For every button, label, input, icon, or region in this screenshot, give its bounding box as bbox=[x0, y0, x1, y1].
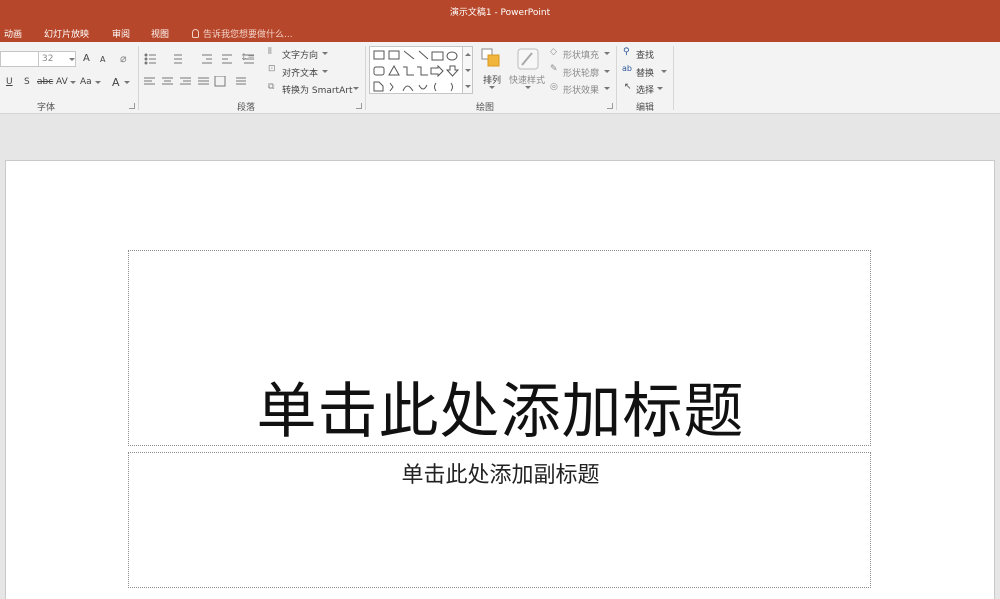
chevron-down-icon bbox=[604, 87, 610, 90]
shadow-button[interactable]: S bbox=[24, 77, 30, 87]
chevron-down-icon bbox=[657, 87, 663, 90]
shape-effects-button[interactable]: 形状效果 bbox=[563, 83, 599, 96]
chevron-down-icon bbox=[489, 86, 495, 89]
text-direction-icon: ⫴ bbox=[268, 47, 272, 57]
title-placeholder-text: 单击此处添加标题 bbox=[256, 377, 745, 447]
underline-button[interactable]: U bbox=[6, 77, 13, 87]
chevron-down-icon bbox=[525, 86, 531, 89]
title-bar: 演示文稿1 - PowerPoint bbox=[0, 0, 1000, 24]
paint-bucket-icon: ◇ bbox=[550, 47, 557, 57]
dialog-launcher-icon[interactable] bbox=[129, 103, 135, 109]
dialog-launcher-icon[interactable] bbox=[607, 103, 613, 109]
group-separator bbox=[673, 46, 674, 110]
replace-icon: ab bbox=[622, 64, 632, 73]
group-separator bbox=[616, 46, 617, 110]
effects-icon: ◎ bbox=[550, 82, 558, 92]
search-icon: ⚲ bbox=[623, 47, 630, 57]
more-icon bbox=[465, 85, 471, 88]
lightbulb-icon bbox=[192, 29, 199, 38]
clear-format-icon[interactable]: ⌀ bbox=[120, 52, 127, 65]
group-label-drawing: 绘图 bbox=[476, 103, 495, 113]
text-direction-button[interactable]: 文字方向 bbox=[282, 48, 318, 61]
align-text-icon: ⊡ bbox=[268, 64, 276, 74]
font-name-input[interactable] bbox=[0, 51, 39, 67]
tab-view[interactable]: 视图 bbox=[151, 27, 169, 40]
shapes-gallery-icons bbox=[373, 50, 460, 92]
strikethrough-button[interactable]: abc bbox=[37, 77, 53, 87]
chevron-down-icon bbox=[604, 70, 610, 73]
subtitle-placeholder-text: 单击此处添加副标题 bbox=[401, 463, 600, 488]
window-title: 演示文稿1 - PowerPoint bbox=[449, 8, 551, 18]
tell-me-placeholder: 告诉我您想要做什么... bbox=[203, 30, 293, 40]
tab-slideshow[interactable]: 幻灯片放映 bbox=[44, 27, 89, 40]
alignment-buttons-icon[interactable] bbox=[144, 76, 254, 88]
cursor-icon: ↖ bbox=[624, 82, 632, 92]
chevron-down-icon bbox=[465, 69, 471, 72]
line-spacing-icon[interactable]: ↕≡ bbox=[240, 53, 255, 63]
pen-icon: ✎ bbox=[550, 64, 558, 74]
shape-outline-button[interactable]: 形状轮廓 bbox=[563, 66, 599, 79]
tell-me-box[interactable]: 告诉我您想要做什么... bbox=[192, 27, 293, 40]
group-label-font: 字体 bbox=[37, 103, 56, 113]
group-label-paragraph: 段落 bbox=[237, 103, 256, 113]
char-spacing-button[interactable]: AV bbox=[56, 77, 68, 87]
find-button[interactable]: 查找 bbox=[636, 48, 654, 61]
shapes-gallery-scroll[interactable] bbox=[462, 46, 473, 94]
align-text-button[interactable]: 对齐文本 bbox=[282, 66, 318, 79]
arrange-button[interactable]: 排列 bbox=[483, 73, 501, 86]
group-separator bbox=[138, 46, 139, 110]
group-label-editing: 编辑 bbox=[636, 103, 655, 113]
tab-review[interactable]: 审阅 bbox=[112, 27, 130, 40]
shape-fill-button[interactable]: 形状填充 bbox=[563, 48, 599, 61]
font-size-input[interactable]: 32 bbox=[38, 51, 76, 67]
chevron-down-icon bbox=[661, 70, 667, 73]
tab-animations[interactable]: 动画 bbox=[4, 27, 22, 40]
chevron-down-icon bbox=[69, 58, 75, 61]
chevron-down-icon bbox=[95, 81, 101, 84]
dialog-launcher-icon[interactable] bbox=[356, 103, 362, 109]
smartart-icon: ⧉ bbox=[268, 82, 275, 92]
chevron-down-icon bbox=[70, 81, 76, 84]
shrink-font-button[interactable]: A bbox=[100, 55, 105, 64]
chevron-down-icon bbox=[322, 52, 328, 55]
ribbon-tabs: 动画 幻灯片放映 审阅 视图 告诉我您想要做什么... bbox=[0, 24, 1000, 42]
convert-smartart-button[interactable]: 转换为 SmartArt bbox=[282, 83, 352, 96]
grow-font-button[interactable]: A bbox=[83, 53, 90, 64]
shapes-gallery[interactable] bbox=[369, 46, 473, 94]
select-button[interactable]: 选择 bbox=[636, 83, 654, 96]
ribbon: 32 A A ⌀ U S abc AV Aa A 字体 ↕≡ ⫴ 文字方向 ⊡ … bbox=[0, 42, 1000, 114]
subtitle-placeholder[interactable]: 单击此处添加副标题 bbox=[128, 452, 871, 588]
chevron-down-icon bbox=[353, 87, 359, 90]
chevron-down-icon bbox=[124, 81, 130, 84]
change-case-button[interactable]: Aa bbox=[80, 77, 92, 87]
chevron-up-icon bbox=[465, 53, 471, 56]
replace-button[interactable]: 替换 bbox=[636, 66, 654, 79]
title-placeholder[interactable]: 单击此处添加标题 bbox=[128, 250, 871, 447]
font-color-button[interactable]: A bbox=[112, 76, 120, 89]
arrange-icon bbox=[481, 48, 500, 67]
chevron-down-icon bbox=[604, 52, 610, 55]
group-separator bbox=[365, 46, 366, 110]
chevron-down-icon bbox=[322, 70, 328, 73]
quick-styles-button[interactable]: 快速样式 bbox=[509, 73, 545, 86]
quick-styles-icon bbox=[517, 48, 539, 70]
